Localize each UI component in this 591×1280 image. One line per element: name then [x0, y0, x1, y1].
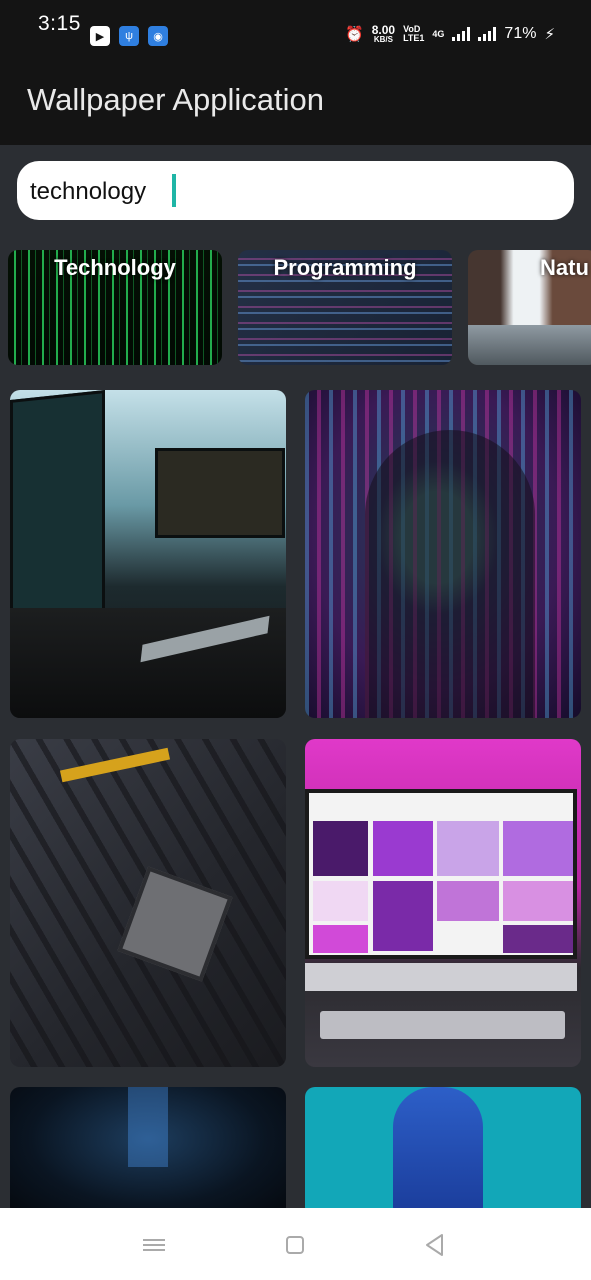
notification-icons: ▶ ψ ◉: [90, 26, 168, 46]
category-label: Programming: [273, 255, 417, 280]
image-detail: [393, 1087, 483, 1217]
image-detail: [117, 866, 233, 982]
navigation-bar: [0, 1208, 591, 1280]
category-technology[interactable]: Technology: [8, 250, 222, 365]
search-input[interactable]: technology: [17, 161, 574, 220]
search-query: technology: [30, 178, 147, 205]
wallpaper-tile[interactable]: [10, 739, 286, 1067]
app-bar: Wallpaper Application: [0, 52, 591, 145]
system-indicators: ⏰ 8.00 KB/S VoD LTE1 4G 71% ⚡: [345, 24, 555, 44]
category-label: Natu: [540, 255, 589, 280]
app-title: Wallpaper Application: [27, 82, 324, 117]
image-detail: [365, 430, 535, 718]
wallpaper-tile[interactable]: [305, 1087, 581, 1217]
signal-icon-2: [478, 27, 497, 41]
image-detail: [305, 963, 577, 991]
text-cursor: [172, 174, 176, 207]
network-speed: 8.00 KB/S: [371, 23, 396, 44]
alarm-icon: ⏰: [345, 26, 364, 43]
battery-charging-icon: ⚡: [544, 26, 555, 43]
image-detail: [59, 747, 171, 783]
wallpaper-tile[interactable]: [10, 1087, 286, 1217]
usb-icon: ψ: [119, 26, 139, 46]
signal-icon: [452, 27, 471, 41]
battery-level: 71%: [504, 25, 537, 42]
wallpaper-tile[interactable]: [10, 390, 286, 718]
menu-icon[interactable]: [139, 1230, 169, 1260]
category-programming[interactable]: Programming: [238, 250, 452, 365]
category-nature[interactable]: Natu: [468, 250, 591, 365]
image-detail: [305, 789, 577, 959]
status-bar: 3:15 ▶ ψ ◉ ⏰ 8.00 KB/S VoD LTE1 4G 71% ⚡: [0, 0, 591, 52]
youtube-icon: ▶: [90, 26, 110, 46]
home-icon[interactable]: [280, 1230, 310, 1260]
wallpaper-tile[interactable]: [305, 390, 581, 718]
image-detail: [320, 1011, 565, 1039]
android-icon: ◉: [148, 26, 168, 46]
status-time: 3:15: [38, 12, 81, 35]
network-type: 4G: [432, 28, 445, 39]
image-detail: [128, 1087, 168, 1167]
category-label: Technology: [54, 255, 176, 280]
back-icon[interactable]: [420, 1230, 450, 1260]
wallpaper-tile[interactable]: [305, 739, 581, 1067]
image-detail: [155, 448, 285, 538]
volte-badge: VoD LTE1: [403, 24, 425, 43]
